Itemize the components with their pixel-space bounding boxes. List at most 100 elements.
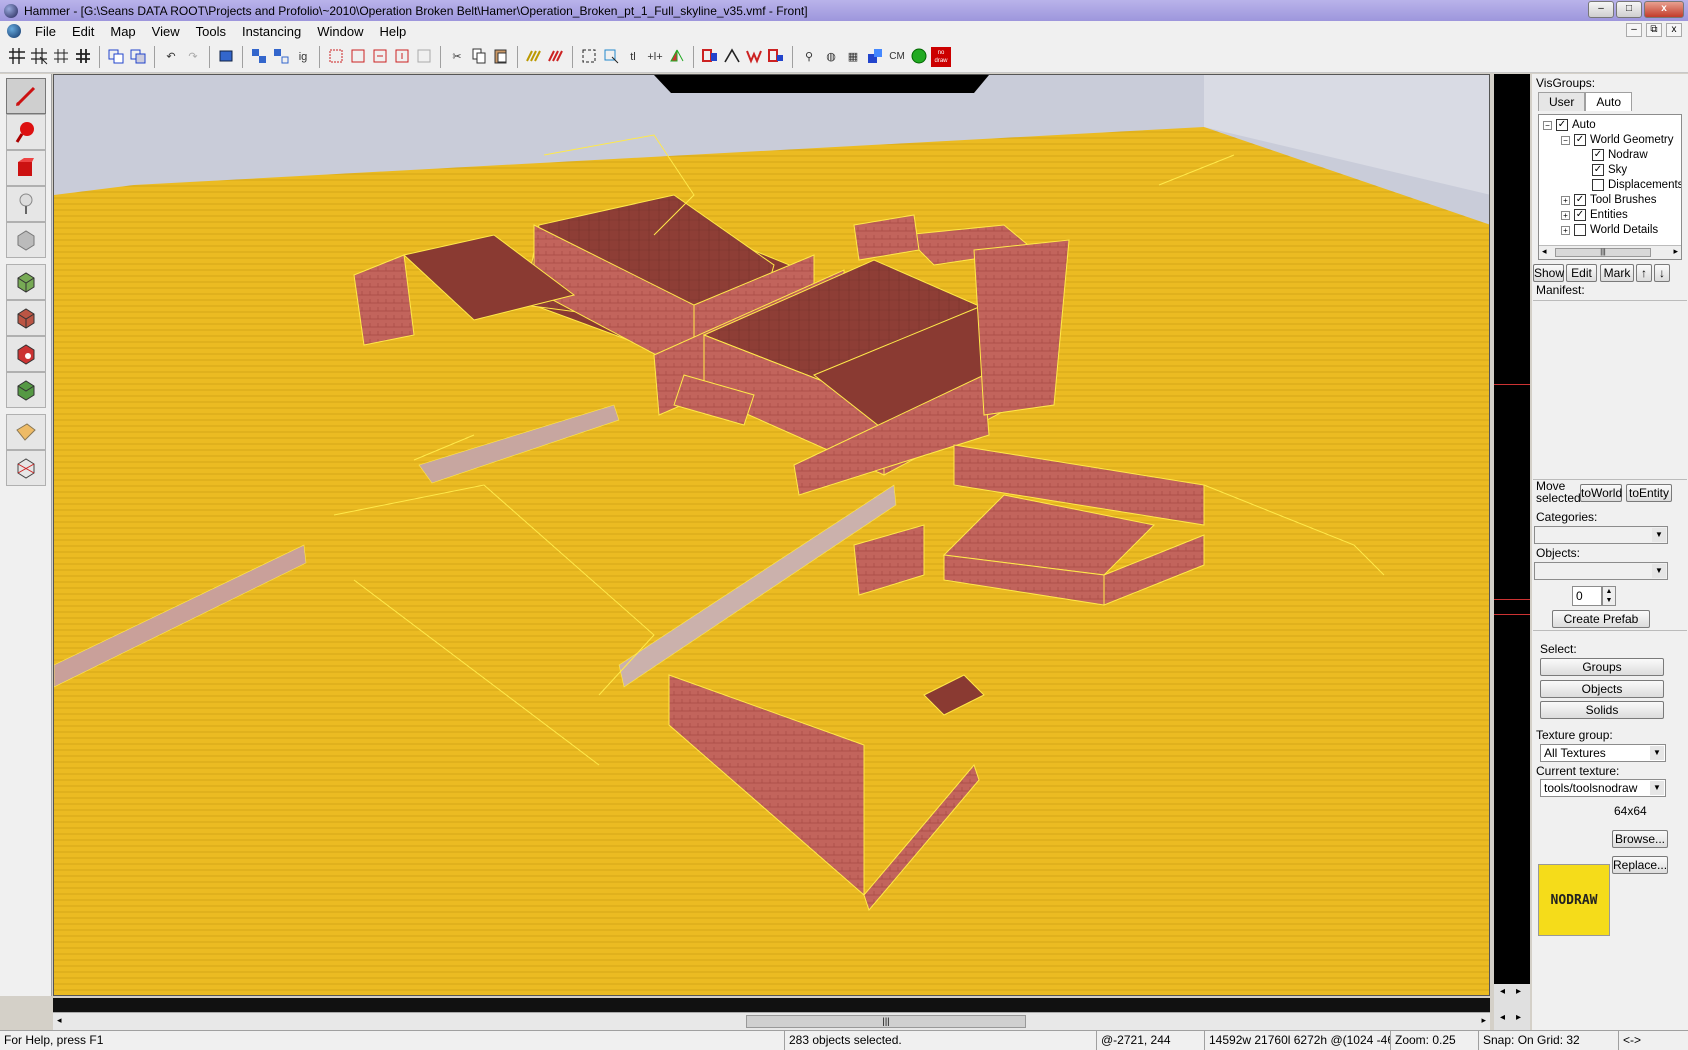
- menu-tools[interactable]: Tools: [188, 24, 234, 39]
- scroll-left-small-icon[interactable]: ◂: [1500, 1012, 1505, 1023]
- checkbox-checked-icon[interactable]: ✓: [1574, 209, 1586, 221]
- show-3d-helpers-icon[interactable]: [700, 47, 720, 67]
- checkbox-checked-icon[interactable]: ✓: [1574, 134, 1586, 146]
- visgroup-show-button[interactable]: Show: [1533, 264, 1564, 282]
- selection-tool-button[interactable]: [6, 78, 46, 114]
- apply-texture-button[interactable]: [6, 300, 46, 336]
- decal-tool-button[interactable]: [6, 336, 46, 372]
- scroll-right-small-icon[interactable]: ▸: [1516, 1012, 1521, 1023]
- ignore-groups-icon[interactable]: ig: [293, 47, 313, 67]
- tree-scroll-thumb[interactable]: |||: [1555, 248, 1651, 257]
- select-solids-button[interactable]: Solids: [1540, 701, 1664, 719]
- current-texture-select[interactable]: tools/toolsnodraw ▼: [1540, 779, 1666, 797]
- select-groups-button[interactable]: Groups: [1540, 658, 1664, 676]
- grid-toggle-icon[interactable]: [7, 47, 27, 67]
- visgroup-tree[interactable]: − ✓ Auto − ✓ World Geometry ✓ Nodraw ✓ S…: [1538, 114, 1682, 260]
- menu-view[interactable]: View: [144, 24, 188, 39]
- select-by-handles-icon[interactable]: [601, 47, 621, 67]
- tree-item-entities[interactable]: + ✓ Entities: [1561, 207, 1628, 223]
- scroll-left-icon[interactable]: ◂: [1542, 246, 1547, 257]
- larger-grid-icon[interactable]: [73, 47, 93, 67]
- flip-icon[interactable]: [667, 47, 687, 67]
- block-tool-button[interactable]: [6, 222, 46, 258]
- checkbox-checked-icon[interactable]: ✓: [1592, 149, 1604, 161]
- tree-item-auto[interactable]: − ✓ Auto: [1543, 117, 1596, 133]
- chevron-down-icon[interactable]: ▼: [1650, 781, 1664, 795]
- checkbox-checked-icon[interactable]: ✓: [1556, 119, 1568, 131]
- select-objects-button[interactable]: Objects: [1540, 680, 1664, 698]
- scroll-right-small-icon[interactable]: ▸: [1516, 986, 1521, 997]
- checkbox-checked-icon[interactable]: ✓: [1592, 164, 1604, 176]
- tree-item-world-details[interactable]: + World Details: [1561, 222, 1658, 238]
- unhide-all-icon[interactable]: [370, 47, 390, 67]
- sphere-green-icon[interactable]: [909, 47, 929, 67]
- visgroup-cordon-icon[interactable]: [414, 47, 434, 67]
- visgroup-edit-button[interactable]: Edit: [1566, 264, 1597, 282]
- document-icon[interactable]: [7, 24, 21, 38]
- entity-tool-button[interactable]: [6, 186, 46, 222]
- texture-group-select[interactable]: All Textures ▼: [1540, 744, 1666, 762]
- ungroup-icon[interactable]: [271, 47, 291, 67]
- toggle-auto-select-icon[interactable]: [766, 47, 786, 67]
- chevron-down-icon[interactable]: ▼: [1652, 528, 1666, 542]
- chevron-down-icon[interactable]: ▼: [1652, 564, 1666, 578]
- hide-unselected-icon[interactable]: [348, 47, 368, 67]
- save-window-state-icon[interactable]: [128, 47, 148, 67]
- menu-instancing[interactable]: Instancing: [234, 24, 309, 39]
- paste-icon[interactable]: [491, 47, 511, 67]
- group-icon[interactable]: [249, 47, 269, 67]
- mdi-minimize-button[interactable]: –: [1626, 23, 1642, 37]
- load-window-state-icon[interactable]: [106, 47, 126, 67]
- mdi-restore-button[interactable]: ⧉: [1646, 23, 1662, 37]
- camera-tool-button[interactable]: [6, 150, 46, 186]
- menu-file[interactable]: File: [27, 24, 64, 39]
- tree-item-displacements[interactable]: Displacements: [1592, 177, 1681, 193]
- 3d-grid-icon[interactable]: [29, 47, 49, 67]
- prefab-count-input[interactable]: 0: [1572, 586, 1602, 606]
- menu-edit[interactable]: Edit: [64, 24, 102, 39]
- toggle-nodraw-icon[interactable]: no draw: [931, 46, 951, 67]
- minimize-button[interactable]: –: [1588, 1, 1614, 18]
- close-button[interactable]: x: [1644, 1, 1684, 18]
- horizontal-scrollbar[interactable]: ◂ ||| ▸: [53, 1012, 1490, 1030]
- carve-icon[interactable]: [216, 47, 236, 67]
- collapse-icon[interactable]: −: [1561, 135, 1570, 145]
- overlay-tool-button[interactable]: [6, 372, 46, 408]
- categories-select[interactable]: ▼: [1534, 526, 1668, 544]
- cubemap-label[interactable]: CM: [887, 47, 907, 67]
- texture-tool-button[interactable]: [6, 264, 46, 300]
- clipping-tool-button[interactable]: [6, 414, 46, 450]
- 2d-view-sliver[interactable]: [1494, 74, 1530, 984]
- smaller-grid-icon[interactable]: [51, 47, 71, 67]
- redo-icon[interactable]: ↷: [183, 47, 203, 67]
- toggle-groups-icon[interactable]: [865, 47, 885, 67]
- expand-icon[interactable]: +: [1561, 195, 1570, 205]
- browse-button[interactable]: Browse...: [1612, 830, 1668, 848]
- copy-icon[interactable]: [469, 47, 489, 67]
- expand-icon[interactable]: +: [1561, 210, 1570, 220]
- scroll-right-arrow[interactable]: ▸: [1481, 1015, 1486, 1026]
- radius-culling-icon[interactable]: ▦: [843, 47, 863, 67]
- sliver-scroll-buttons[interactable]: ◂ ▸ ◂ ▸: [1494, 984, 1530, 1030]
- tree-item-tool-brushes[interactable]: + ✓ Tool Brushes: [1561, 192, 1656, 208]
- menu-map[interactable]: Map: [102, 24, 143, 39]
- visgroup-mark-button[interactable]: Mark: [1600, 264, 1634, 282]
- cut-icon[interactable]: ✂: [447, 47, 467, 67]
- checkbox-unchecked-icon[interactable]: [1574, 224, 1586, 236]
- vertex-tool-button[interactable]: [6, 450, 46, 486]
- hide-selected-icon[interactable]: [326, 47, 346, 67]
- replace-button[interactable]: Replace...: [1612, 856, 1668, 874]
- align-icon[interactable]: +l+: [645, 47, 665, 67]
- create-prefab-button[interactable]: Create Prefab: [1552, 610, 1650, 628]
- toggle-models-icon[interactable]: [722, 47, 742, 67]
- checkbox-checked-icon[interactable]: ✓: [1574, 194, 1586, 206]
- tree-item-nodraw[interactable]: ✓ Nodraw: [1592, 147, 1648, 163]
- move-down-button[interactable]: ↓: [1654, 264, 1670, 282]
- chevron-down-icon[interactable]: ▼: [1650, 746, 1664, 760]
- scroll-thumb[interactable]: |||: [746, 1015, 1026, 1028]
- toggle-decals-icon[interactable]: [744, 47, 764, 67]
- tab-auto[interactable]: Auto: [1585, 92, 1633, 111]
- snap-to-grid-icon[interactable]: tl: [623, 47, 643, 67]
- maximize-button[interactable]: □: [1616, 1, 1642, 18]
- toggle-cordon-icon[interactable]: ◍: [821, 47, 841, 67]
